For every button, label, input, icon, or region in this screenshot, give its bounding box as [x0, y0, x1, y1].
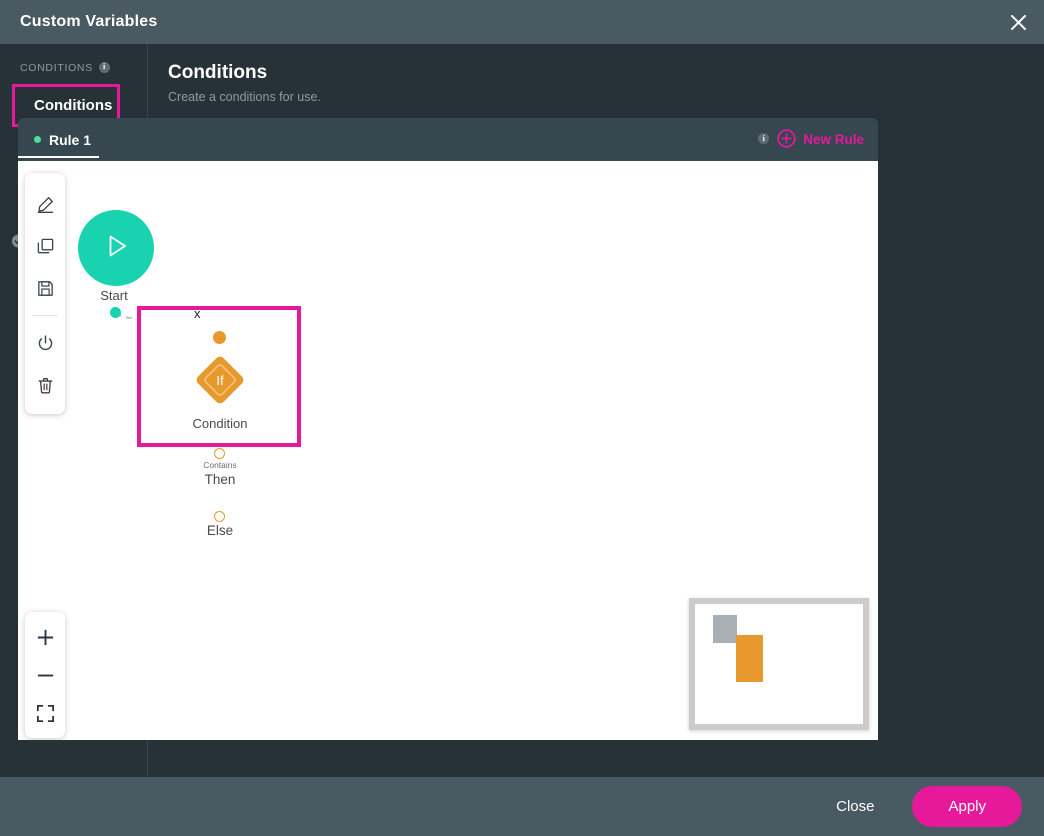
condition-output-port-else[interactable]: [214, 511, 225, 522]
power-toggle-icon[interactable]: [25, 322, 65, 364]
plus-icon[interactable]: [25, 618, 65, 656]
zoom-toolbar: [25, 612, 65, 738]
toolbar-divider: [32, 315, 58, 316]
flow-canvas[interactable]: Start x If Condition Contains Then Else: [18, 161, 878, 740]
info-icon[interactable]: i: [98, 61, 110, 73]
svg-text:If: If: [216, 373, 224, 388]
edge-x-marker[interactable]: x: [194, 306, 201, 321]
minus-icon[interactable]: [25, 656, 65, 694]
plus-circle-icon: [777, 128, 796, 151]
node-start[interactable]: [78, 210, 154, 286]
new-rule-label: New Rule: [803, 132, 864, 147]
page-subtitle: Create a conditions for use.: [168, 90, 321, 104]
dialog-footer: Close Apply: [0, 777, 1044, 836]
condition-input-port[interactable]: [213, 331, 226, 344]
close-x-icon[interactable]: [1004, 8, 1032, 36]
status-dot-icon: [34, 136, 41, 143]
minimap-node-condition: [736, 635, 763, 682]
rule-tabbar: Rule 1 i New Rule: [18, 118, 878, 161]
condition-output-port-then[interactable]: [214, 448, 225, 459]
sidebar-group-conditions: CONDITIONS i: [20, 61, 147, 74]
condition-branch-else-label: Else: [206, 523, 234, 538]
condition-operator-label: Contains: [203, 460, 237, 470]
trash-delete-icon[interactable]: [25, 364, 65, 406]
if-diamond-icon[interactable]: If: [194, 354, 246, 406]
pencil-edit-icon[interactable]: [25, 183, 65, 225]
new-rule-button[interactable]: New Rule: [777, 128, 864, 151]
close-button[interactable]: Close: [820, 790, 890, 823]
page-title: Conditions: [168, 62, 268, 83]
dialog-titlebar: Custom Variables: [0, 0, 1044, 44]
sidebar-group-label: CONDITIONS: [20, 62, 93, 74]
info-icon[interactable]: i: [758, 133, 770, 144]
play-triangle-icon: [99, 229, 133, 268]
minimap-node-start: [713, 615, 737, 643]
canvas-minimap[interactable]: [689, 598, 869, 730]
copy-duplicate-icon[interactable]: [25, 225, 65, 267]
start-output-port[interactable]: [110, 307, 121, 318]
dialog-title: Custom Variables: [20, 13, 158, 30]
fit-screen-icon[interactable]: [25, 694, 65, 732]
condition-branch-then-label: Then: [204, 472, 236, 487]
tab-label: Rule 1: [49, 131, 92, 148]
tab-rule-1[interactable]: Rule 1: [18, 118, 109, 161]
tabbar-actions: i New Rule: [752, 128, 878, 151]
apply-button[interactable]: Apply: [912, 786, 1022, 827]
sidebar-item-label: Conditions: [34, 97, 113, 114]
node-start-label: Start: [100, 288, 128, 303]
custom-variables-dialog: Custom Variables CONDITIONS i Conditions…: [0, 0, 1044, 836]
node-condition-label: Condition: [192, 416, 248, 431]
